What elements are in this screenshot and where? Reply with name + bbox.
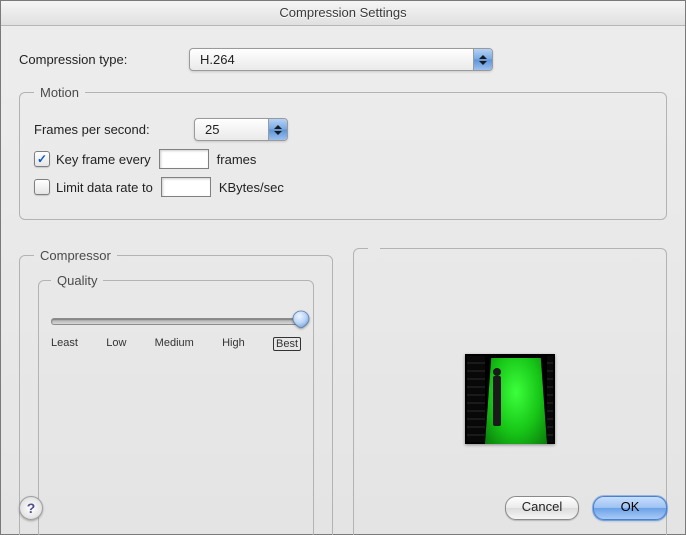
compression-type-label: Compression type: xyxy=(19,52,189,67)
quality-legend: Quality xyxy=(51,273,103,288)
help-button[interactable]: ? xyxy=(19,496,43,520)
tick-best: Best xyxy=(273,337,301,351)
window-title: Compression Settings xyxy=(279,5,406,20)
keyframe-label: Key frame every xyxy=(56,152,151,167)
motion-group: Motion Frames per second: 25 Key frame e… xyxy=(19,85,667,220)
select-stepper-icon xyxy=(268,119,287,140)
compressor-group: Compressor Quality xyxy=(19,248,333,535)
dialog-footer: ? Cancel OK xyxy=(19,496,667,520)
slider-thumb-icon[interactable] xyxy=(292,310,310,328)
preview-group xyxy=(353,248,667,535)
keyframe-input[interactable] xyxy=(159,149,209,169)
motion-legend: Motion xyxy=(34,85,85,100)
slider-track xyxy=(51,318,301,325)
compressor-legend: Compressor xyxy=(34,248,117,263)
fps-row: Frames per second: 25 xyxy=(34,118,652,141)
preview-thumbnail xyxy=(465,354,555,444)
tick-medium: Medium xyxy=(155,337,194,351)
keyframe-row: Key frame every frames xyxy=(34,149,652,169)
quality-slider[interactable] xyxy=(51,304,301,325)
limit-unit: KBytes/sec xyxy=(219,180,284,195)
limit-checkbox[interactable] xyxy=(34,179,50,195)
quality-tick-labels: Least Low Medium High Best xyxy=(51,337,301,351)
limit-row: Limit data rate to KBytes/sec xyxy=(34,177,652,197)
tick-high: High xyxy=(222,337,245,351)
select-stepper-icon xyxy=(473,49,492,70)
limit-input[interactable] xyxy=(161,177,211,197)
ok-button[interactable]: OK xyxy=(593,496,667,520)
dialog-window: Compression Settings Compression type: H… xyxy=(0,0,686,535)
cancel-button[interactable]: Cancel xyxy=(505,496,579,520)
help-icon: ? xyxy=(27,500,36,516)
window-titlebar: Compression Settings xyxy=(1,1,685,26)
compression-type-select[interactable]: H.264 xyxy=(189,48,493,71)
compression-type-value: H.264 xyxy=(200,52,243,67)
keyframe-unit: frames xyxy=(217,152,257,167)
fps-label: Frames per second: xyxy=(34,122,194,137)
compression-type-row: Compression type: H.264 xyxy=(19,48,667,71)
fps-value: 25 xyxy=(205,122,227,137)
lower-panels: Compressor Quality xyxy=(19,234,667,535)
limit-label: Limit data rate to xyxy=(56,180,153,195)
fps-select[interactable]: 25 xyxy=(194,118,288,141)
tick-least: Least xyxy=(51,337,78,351)
tick-low: Low xyxy=(106,337,126,351)
dialog-content: Compression type: H.264 Motion Frames pe… xyxy=(1,26,685,535)
keyframe-checkbox[interactable] xyxy=(34,151,50,167)
